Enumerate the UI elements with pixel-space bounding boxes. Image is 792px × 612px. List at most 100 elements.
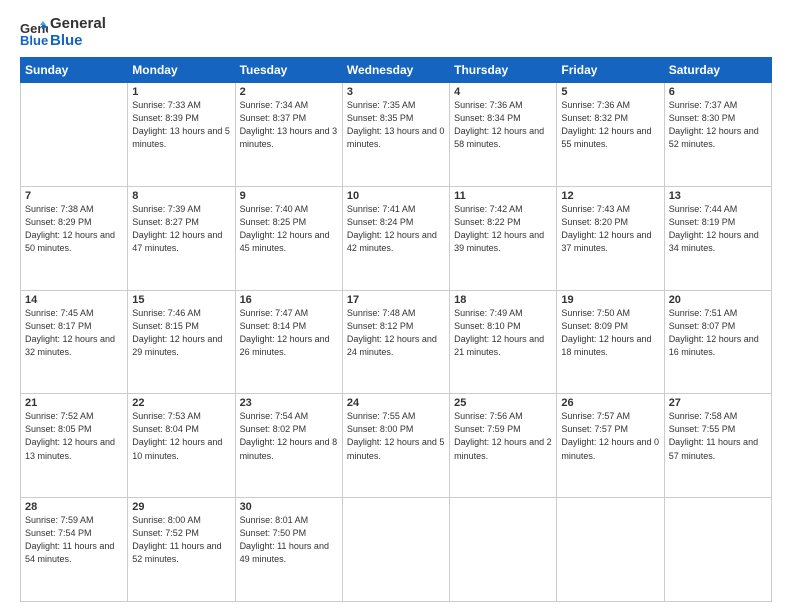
day-info: Sunrise: 7:59 AM Sunset: 7:54 PM Dayligh…: [25, 514, 123, 566]
day-number: 25: [454, 397, 552, 409]
day-info: Sunrise: 7:47 AM Sunset: 8:14 PM Dayligh…: [240, 307, 338, 359]
day-number: 26: [561, 397, 659, 409]
day-cell: 4Sunrise: 7:36 AM Sunset: 8:34 PM Daylig…: [450, 83, 557, 187]
day-cell: 10Sunrise: 7:41 AM Sunset: 8:24 PM Dayli…: [342, 186, 449, 290]
day-number: 15: [132, 294, 230, 306]
day-cell: 25Sunrise: 7:56 AM Sunset: 7:59 PM Dayli…: [450, 394, 557, 498]
day-number: 2: [240, 86, 338, 98]
day-cell: [557, 498, 664, 602]
logo: General Blue General Blue: [20, 16, 106, 49]
day-cell: 14Sunrise: 7:45 AM Sunset: 8:17 PM Dayli…: [21, 290, 128, 394]
weekday-header-sunday: Sunday: [21, 58, 128, 83]
day-number: 6: [669, 86, 767, 98]
logo-icon: General Blue: [20, 19, 48, 47]
day-cell: 27Sunrise: 7:58 AM Sunset: 7:55 PM Dayli…: [664, 394, 771, 498]
day-cell: 24Sunrise: 7:55 AM Sunset: 8:00 PM Dayli…: [342, 394, 449, 498]
day-cell: 2Sunrise: 7:34 AM Sunset: 8:37 PM Daylig…: [235, 83, 342, 187]
day-cell: [21, 83, 128, 187]
day-cell: 3Sunrise: 7:35 AM Sunset: 8:35 PM Daylig…: [342, 83, 449, 187]
weekday-header-wednesday: Wednesday: [342, 58, 449, 83]
day-info: Sunrise: 7:52 AM Sunset: 8:05 PM Dayligh…: [25, 410, 123, 462]
day-cell: 9Sunrise: 7:40 AM Sunset: 8:25 PM Daylig…: [235, 186, 342, 290]
day-cell: [342, 498, 449, 602]
day-cell: 29Sunrise: 8:00 AM Sunset: 7:52 PM Dayli…: [128, 498, 235, 602]
day-info: Sunrise: 8:01 AM Sunset: 7:50 PM Dayligh…: [240, 514, 338, 566]
day-info: Sunrise: 7:51 AM Sunset: 8:07 PM Dayligh…: [669, 307, 767, 359]
day-number: 7: [25, 190, 123, 202]
day-info: Sunrise: 7:55 AM Sunset: 8:00 PM Dayligh…: [347, 410, 445, 462]
page: General Blue General Blue SundayMondayTu…: [0, 0, 792, 612]
day-number: 3: [347, 86, 445, 98]
day-number: 22: [132, 397, 230, 409]
weekday-header-saturday: Saturday: [664, 58, 771, 83]
day-cell: 21Sunrise: 7:52 AM Sunset: 8:05 PM Dayli…: [21, 394, 128, 498]
day-cell: 23Sunrise: 7:54 AM Sunset: 8:02 PM Dayli…: [235, 394, 342, 498]
day-number: 21: [25, 397, 123, 409]
weekday-header-friday: Friday: [557, 58, 664, 83]
day-cell: 13Sunrise: 7:44 AM Sunset: 8:19 PM Dayli…: [664, 186, 771, 290]
day-info: Sunrise: 7:34 AM Sunset: 8:37 PM Dayligh…: [240, 99, 338, 151]
week-row-4: 28Sunrise: 7:59 AM Sunset: 7:54 PM Dayli…: [21, 498, 772, 602]
day-info: Sunrise: 7:44 AM Sunset: 8:19 PM Dayligh…: [669, 203, 767, 255]
day-number: 23: [240, 397, 338, 409]
day-info: Sunrise: 7:42 AM Sunset: 8:22 PM Dayligh…: [454, 203, 552, 255]
day-info: Sunrise: 8:00 AM Sunset: 7:52 PM Dayligh…: [132, 514, 230, 566]
week-row-1: 7Sunrise: 7:38 AM Sunset: 8:29 PM Daylig…: [21, 186, 772, 290]
day-cell: 16Sunrise: 7:47 AM Sunset: 8:14 PM Dayli…: [235, 290, 342, 394]
day-cell: 1Sunrise: 7:33 AM Sunset: 8:39 PM Daylig…: [128, 83, 235, 187]
day-cell: 17Sunrise: 7:48 AM Sunset: 8:12 PM Dayli…: [342, 290, 449, 394]
day-info: Sunrise: 7:49 AM Sunset: 8:10 PM Dayligh…: [454, 307, 552, 359]
day-cell: 26Sunrise: 7:57 AM Sunset: 7:57 PM Dayli…: [557, 394, 664, 498]
day-info: Sunrise: 7:46 AM Sunset: 8:15 PM Dayligh…: [132, 307, 230, 359]
day-info: Sunrise: 7:53 AM Sunset: 8:04 PM Dayligh…: [132, 410, 230, 462]
weekday-header-tuesday: Tuesday: [235, 58, 342, 83]
day-cell: 30Sunrise: 8:01 AM Sunset: 7:50 PM Dayli…: [235, 498, 342, 602]
day-cell: 7Sunrise: 7:38 AM Sunset: 8:29 PM Daylig…: [21, 186, 128, 290]
day-cell: 19Sunrise: 7:50 AM Sunset: 8:09 PM Dayli…: [557, 290, 664, 394]
day-cell: 22Sunrise: 7:53 AM Sunset: 8:04 PM Dayli…: [128, 394, 235, 498]
day-cell: [664, 498, 771, 602]
day-info: Sunrise: 7:54 AM Sunset: 8:02 PM Dayligh…: [240, 410, 338, 462]
day-number: 24: [347, 397, 445, 409]
day-number: 18: [454, 294, 552, 306]
weekday-header-row: SundayMondayTuesdayWednesdayThursdayFrid…: [21, 58, 772, 83]
day-cell: 18Sunrise: 7:49 AM Sunset: 8:10 PM Dayli…: [450, 290, 557, 394]
day-cell: 8Sunrise: 7:39 AM Sunset: 8:27 PM Daylig…: [128, 186, 235, 290]
day-number: 29: [132, 501, 230, 513]
day-info: Sunrise: 7:36 AM Sunset: 8:32 PM Dayligh…: [561, 99, 659, 151]
day-cell: 15Sunrise: 7:46 AM Sunset: 8:15 PM Dayli…: [128, 290, 235, 394]
day-number: 19: [561, 294, 659, 306]
day-number: 27: [669, 397, 767, 409]
day-number: 5: [561, 86, 659, 98]
day-number: 1: [132, 86, 230, 98]
day-number: 10: [347, 190, 445, 202]
weekday-header-monday: Monday: [128, 58, 235, 83]
day-number: 28: [25, 501, 123, 513]
day-number: 30: [240, 501, 338, 513]
day-info: Sunrise: 7:56 AM Sunset: 7:59 PM Dayligh…: [454, 410, 552, 462]
svg-text:Blue: Blue: [20, 33, 48, 47]
day-info: Sunrise: 7:58 AM Sunset: 7:55 PM Dayligh…: [669, 410, 767, 462]
day-number: 14: [25, 294, 123, 306]
day-info: Sunrise: 7:38 AM Sunset: 8:29 PM Dayligh…: [25, 203, 123, 255]
day-cell: 6Sunrise: 7:37 AM Sunset: 8:30 PM Daylig…: [664, 83, 771, 187]
calendar-table: SundayMondayTuesdayWednesdayThursdayFrid…: [20, 57, 772, 602]
day-cell: 12Sunrise: 7:43 AM Sunset: 8:20 PM Dayli…: [557, 186, 664, 290]
day-info: Sunrise: 7:57 AM Sunset: 7:57 PM Dayligh…: [561, 410, 659, 462]
day-info: Sunrise: 7:43 AM Sunset: 8:20 PM Dayligh…: [561, 203, 659, 255]
day-number: 12: [561, 190, 659, 202]
day-info: Sunrise: 7:35 AM Sunset: 8:35 PM Dayligh…: [347, 99, 445, 151]
day-cell: [450, 498, 557, 602]
day-info: Sunrise: 7:48 AM Sunset: 8:12 PM Dayligh…: [347, 307, 445, 359]
day-info: Sunrise: 7:39 AM Sunset: 8:27 PM Dayligh…: [132, 203, 230, 255]
logo-blue: Blue: [50, 33, 106, 50]
day-cell: 20Sunrise: 7:51 AM Sunset: 8:07 PM Dayli…: [664, 290, 771, 394]
day-number: 8: [132, 190, 230, 202]
day-info: Sunrise: 7:36 AM Sunset: 8:34 PM Dayligh…: [454, 99, 552, 151]
day-number: 20: [669, 294, 767, 306]
day-info: Sunrise: 7:33 AM Sunset: 8:39 PM Dayligh…: [132, 99, 230, 151]
week-row-3: 21Sunrise: 7:52 AM Sunset: 8:05 PM Dayli…: [21, 394, 772, 498]
logo-general: General: [50, 16, 106, 33]
day-cell: 28Sunrise: 7:59 AM Sunset: 7:54 PM Dayli…: [21, 498, 128, 602]
day-cell: 5Sunrise: 7:36 AM Sunset: 8:32 PM Daylig…: [557, 83, 664, 187]
